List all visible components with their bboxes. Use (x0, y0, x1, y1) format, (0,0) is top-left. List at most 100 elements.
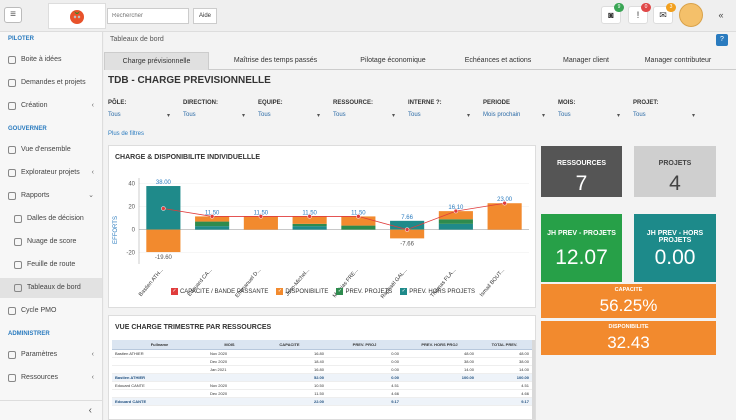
sidebar-item-icon (8, 374, 16, 382)
table-row: Edouard CANTE Nov 2020 10.50 4.51 4.51 (112, 381, 532, 390)
capacity-point (502, 200, 507, 206)
sidebar-collapse-icon[interactable]: ‹ (0, 400, 102, 420)
app-logo[interactable] (48, 3, 106, 29)
sidebar-item-label: Demandes et projets (21, 79, 86, 86)
kpi-value: 32.43 (607, 333, 650, 352)
sidebar-item-label: Feuille de route (27, 261, 76, 268)
table-cell: 0.00 (327, 365, 402, 374)
chevron-icon: ⌄ (88, 192, 94, 199)
legend-item[interactable]: ✓ CAPACITE / BANDE PASSANTE (170, 288, 268, 295)
alert-icon-glyph: ! (636, 10, 640, 20)
kpi-jh-prev-hors-projets[interactable]: JH PREV - HORS PROJETS 0.00 (634, 214, 716, 282)
sidebar-item[interactable]: Rapports ⌄ (0, 186, 102, 206)
capacity-point (307, 214, 312, 219)
column-header[interactable]: CAPACITE (252, 340, 327, 350)
alert-icon[interactable]: ! 0 (628, 3, 651, 24)
sidebar-item[interactable]: Création ‹ (0, 96, 102, 116)
sidebar-item[interactable]: Ressources ‹ (0, 368, 102, 388)
tab-bar: Charge prévisionnelle Maîtrise des temps … (104, 52, 736, 70)
sidebar-item[interactable]: Dalles de décision (0, 209, 102, 229)
mail-icon[interactable]: ✉ 3 (653, 3, 676, 24)
sidebar-item[interactable]: Boite à idées (0, 50, 102, 70)
filter-select[interactable]: Mois prochain ▾ (483, 112, 547, 119)
filter: INTERNE ?: Tous ▾ (408, 100, 476, 119)
filter-select[interactable]: Tous ▾ (333, 112, 397, 119)
sidebar-item[interactable]: Demandes et projets (0, 73, 102, 93)
bar-segment (195, 221, 230, 227)
sidebar-item[interactable]: Cycle PMO (0, 301, 102, 321)
sidebar-item[interactable]: Tableaux de bord (0, 278, 102, 298)
aide-button[interactable]: Aide (193, 8, 217, 24)
kpi-label: PROJETS (658, 160, 692, 167)
filter-select-value: Tous (558, 112, 571, 118)
sidebar-item-label: Vue d'ensemble (21, 146, 71, 153)
column-header[interactable]: TOTAL PREV. (477, 340, 532, 350)
sidebar-item[interactable]: Paramètres ‹ (0, 345, 102, 365)
kpi-jh-prev-projets[interactable]: JH PREV - PROJETS 12.07 (541, 214, 622, 282)
help-button[interactable]: ? (716, 34, 728, 46)
tab[interactable]: Maîtrise des temps passés (213, 52, 338, 70)
kpi-capacite[interactable]: CAPACITE 56.25% (541, 284, 716, 318)
sidebar-item-icon (8, 102, 16, 110)
filter-select-value: Tous (633, 112, 646, 118)
kpi-label: JH PREV - HORS PROJETS (646, 230, 704, 244)
search-input[interactable] (107, 8, 189, 24)
table-cell: 16.80 (252, 365, 327, 374)
sidebar-item[interactable]: Nuage de score (0, 232, 102, 252)
collapse-panel-icon[interactable]: « (710, 6, 732, 24)
chevron-icon: ‹ (91, 374, 94, 381)
tab[interactable]: Pilotage économique (340, 52, 446, 70)
column-header[interactable]: Fullname (112, 340, 207, 350)
tab[interactable]: Manager client (552, 52, 620, 70)
filter: MOIS: Tous ▾ (558, 100, 626, 119)
table-cell: 4.51 (327, 381, 402, 390)
tab[interactable]: Manager contributeur (624, 52, 732, 70)
table-row: Dec 2020 11.50 4.66 4.66 (112, 389, 532, 398)
filter-select[interactable]: Tous ▾ (108, 112, 172, 119)
hamburger-menu-icon[interactable]: ≡ (4, 7, 22, 23)
resource-charge-table: Fullname MOIS CAPACITE PREV. PROJ PREV. HORS… (112, 340, 532, 406)
table-total-row: Bastien ATHIER 52.00 0.00 100.00 100.00 (112, 373, 532, 382)
mail-icon-glyph: ✉ (659, 10, 667, 20)
table-cell (402, 389, 477, 398)
filter-select[interactable]: Tous ▾ (408, 112, 472, 119)
column-header[interactable]: PREV. PROJ (327, 340, 402, 350)
kpi-value: 12.07 (555, 246, 608, 269)
tab[interactable]: Echéances et actions (448, 52, 548, 70)
filter: RESSOURCE: Tous ▾ (333, 100, 401, 119)
legend-item[interactable]: ✓ PREV. HORS PROJETS (400, 288, 475, 295)
table-cell: 9.17 (477, 397, 532, 406)
user-avatar[interactable] (679, 3, 703, 27)
sidebar-item-icon (8, 169, 16, 177)
y-tick-label: 40 (128, 182, 135, 188)
notification-badge: 3 (666, 3, 676, 12)
sidebar-item[interactable]: Vue d'ensemble (0, 140, 102, 160)
sidebar: PILOTER Boite à idées Demandes et projets C… (0, 32, 103, 420)
table-cell: 9.17 (327, 397, 402, 406)
top-bar: ≡ Aide ◙9!0✉3 « (0, 0, 736, 32)
legend-item[interactable]: ✓ PREV. PROJETS (336, 288, 392, 295)
capacity-point (356, 214, 361, 219)
caret-down-icon: ▾ (541, 113, 545, 119)
kpi-value: 56.25% (599, 296, 658, 315)
kpi-ressources[interactable]: RESSOURCES 7 (541, 146, 622, 197)
column-header[interactable]: PREV. HORS PROJ (402, 340, 477, 350)
filter-select[interactable]: Tous ▾ (633, 112, 697, 119)
filter-select[interactable]: Tous ▾ (558, 112, 622, 119)
column-header[interactable]: MOIS (207, 340, 252, 350)
bar-segment (292, 226, 327, 230)
more-filters-link[interactable]: Plus de filtres (108, 131, 144, 137)
kpi-projets[interactable]: PROJETS 4 (634, 146, 716, 197)
camera-icon[interactable]: ◙ 9 (601, 3, 624, 24)
sidebar-item[interactable]: Feuille de route (0, 255, 102, 275)
sidebar-item[interactable]: Explorateur projets ‹ (0, 163, 102, 183)
data-label: -7.66 (400, 241, 414, 247)
table-scrollbar[interactable] (532, 340, 535, 419)
table-cell: 0.00 (327, 349, 402, 358)
filter-select[interactable]: Tous ▾ (183, 112, 247, 119)
legend-item[interactable]: ✓ DISPONIBILITE (276, 288, 328, 295)
kpi-disponibilite[interactable]: DISPONIBILITE 32.43 (541, 321, 716, 355)
bar-chart: EFFORTS-2002040 38.00-19.60Bastien ATH...… (113, 178, 529, 300)
tab[interactable]: Charge prévisionnelle (104, 52, 209, 70)
filter-select[interactable]: Tous ▾ (258, 112, 322, 119)
